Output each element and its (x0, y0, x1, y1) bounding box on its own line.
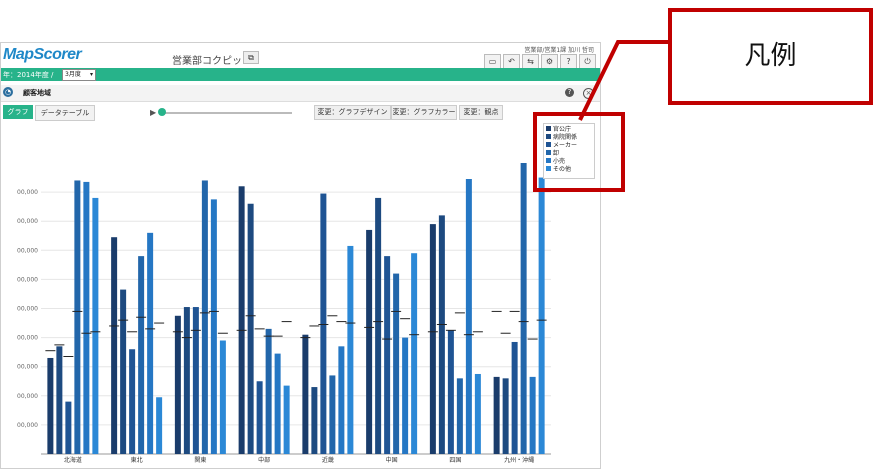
callout-box: 凡例 (668, 8, 873, 105)
callout-label: 凡例 (744, 41, 797, 71)
